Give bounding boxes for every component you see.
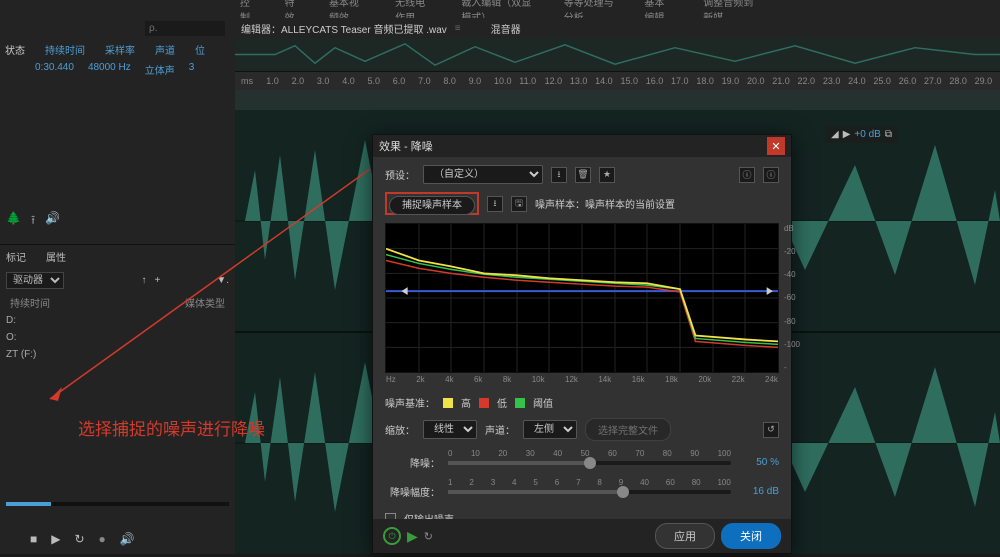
editor-title[interactable]: 编辑器：ALLEYCATS Teaser 音频已提取 .wav — [241, 21, 447, 36]
export-icon[interactable]: ⭱ — [31, 211, 35, 232]
drive-item[interactable]: O: — [4, 329, 231, 346]
val-bit: 3 — [189, 62, 195, 77]
select-all-button[interactable]: 选择完整文件 — [585, 418, 671, 441]
preset-select[interactable]: （自定义） — [423, 165, 543, 184]
close-icon[interactable]: ✕ — [767, 137, 785, 155]
annotation-text: 选择捕捉的噪声进行降噪 — [78, 415, 265, 440]
legend-low-swatch — [479, 398, 489, 408]
signal-icon[interactable]: ◢ — [831, 129, 839, 140]
noise-spectrum-chart[interactable]: dB-20-40-60-80-100- Hz2k4k6k8k10k12k14k1… — [385, 223, 779, 373]
spectral-icon[interactable]: ⧉ — [885, 129, 892, 140]
search-input[interactable] — [145, 21, 225, 36]
val-channels: 立体声 — [145, 62, 175, 77]
val-rate: 48000 Hz — [88, 62, 131, 77]
load-sample-icon[interactable]: ⭳ — [487, 196, 503, 212]
dialog-title: 效果 - 降噪 — [379, 138, 433, 154]
time-ruler[interactable]: ms1.02.03.04.05.06.07.08.09.010.011.012.… — [235, 72, 1000, 90]
load-preset-icon[interactable]: ⭳ — [551, 167, 567, 183]
noise-reduction-dialog: 效果 - 降噪 ✕ 预设： （自定义） ⭳ 🗑 ★ ⓘ ⓘ 捕捉噪声样本 ⭳ 🖫… — [372, 134, 792, 554]
stop-icon[interactable]: ■ — [30, 532, 37, 546]
mixer-tab[interactable]: 混音器 — [491, 21, 521, 36]
nr-value[interactable]: 50 % — [739, 457, 779, 468]
legend-thresh: 阈值 — [533, 395, 553, 410]
filter-icon[interactable]: ▼. — [216, 275, 229, 286]
drive-item[interactable]: ZT (F:) — [4, 346, 231, 363]
col-rate: 采样率 — [105, 42, 135, 57]
channel-select[interactable]: 左侧 — [523, 420, 577, 439]
power-icon[interactable]: ⏻ — [383, 527, 401, 545]
capture-noise-button[interactable]: 捕捉噪声样本 — [389, 196, 475, 215]
left-panel: 状态 持续时间 采样率 声道 位 0:30.440 48000 Hz 立体声 3… — [0, 18, 235, 554]
driver-select[interactable]: 驱动器 — [6, 272, 64, 289]
col-bit: 位 — [195, 42, 205, 57]
legend-thresh-swatch — [515, 398, 525, 408]
db-value: +0 dB — [854, 129, 880, 140]
up-arrow-icon[interactable]: ↑ — [141, 275, 146, 286]
add-icon[interactable]: + — [154, 275, 160, 286]
nr-slider[interactable]: 0102030405060708090100 — [448, 461, 731, 465]
val-duration: 0:30.440 — [35, 62, 74, 77]
delete-preset-icon[interactable]: 🗑 — [575, 167, 591, 183]
folder-tree-icon[interactable]: 🌲 — [6, 211, 21, 232]
top-menu: 控制 特效 基本视频效 无线电作用 裁入编辑（双显模式） 等等处理与分析 基本编… — [0, 0, 1000, 18]
subcol-duration: 持续时间 — [10, 295, 50, 310]
annotation-highlight-box: 捕捉噪声样本 — [385, 192, 479, 215]
subcol-media: 媒体类型 — [185, 295, 225, 310]
noise-sample-label: 噪声样本：噪声样本的当前设置 — [535, 196, 675, 211]
amp-slider[interactable]: 123456789406080100 — [448, 490, 731, 494]
play-small-icon[interactable]: ▶ — [843, 129, 851, 140]
speaker-icon[interactable]: 🔊 — [120, 532, 135, 546]
amp-value[interactable]: 16 dB — [739, 486, 779, 497]
preview-play-icon[interactable]: ▶ — [407, 528, 418, 545]
col-channels: 声道 — [155, 42, 175, 57]
col-duration: 持续时间 — [45, 42, 85, 57]
reset-icon[interactable]: ↺ — [763, 422, 779, 438]
preview-loop-icon[interactable]: ↻ — [424, 530, 433, 543]
save-sample-icon[interactable]: 🖫 — [511, 196, 527, 212]
scale-label: 缩放： — [385, 422, 415, 437]
preset-label: 预设： — [385, 167, 415, 182]
apply-button[interactable]: 应用 — [655, 523, 715, 549]
close-button[interactable]: 关闭 — [721, 523, 781, 549]
legend-high: 高 — [461, 395, 471, 410]
amp-label: 降噪幅度： — [385, 484, 440, 499]
drive-list: D: O: ZT (F:) — [0, 312, 235, 363]
scale-select[interactable]: 线性 — [423, 420, 477, 439]
nr-label: 降噪： — [385, 455, 440, 470]
legend-label: 噪声基准： — [385, 395, 435, 410]
play-icon[interactable]: ▶ — [51, 532, 60, 546]
waveform-overview[interactable] — [235, 38, 1000, 72]
waveform-toolbar: ◢ ▶ +0 dB ⧉ — [825, 126, 898, 143]
drive-item[interactable]: D: — [4, 312, 231, 329]
channel-label: 声道： — [485, 422, 515, 437]
transport-controls: ■ ▶ ↻ ● 🔊 — [30, 532, 135, 546]
info-icon[interactable]: ⓘ — [763, 167, 779, 183]
tab-attributes[interactable]: 属性 — [46, 249, 66, 264]
loop-icon[interactable]: ↻ — [74, 532, 84, 546]
legend-high-swatch — [443, 398, 453, 408]
col-status: 状态 — [5, 42, 25, 57]
tab-marker[interactable]: 标记 — [6, 249, 26, 264]
scroll-icon[interactable]: ⓘ — [739, 167, 755, 183]
speaker-icon[interactable]: 🔊 — [45, 211, 60, 232]
progress-bar[interactable] — [6, 502, 229, 506]
favorite-icon[interactable]: ★ — [599, 167, 615, 183]
legend-low: 低 — [497, 395, 507, 410]
record-icon[interactable]: ● — [99, 532, 106, 546]
